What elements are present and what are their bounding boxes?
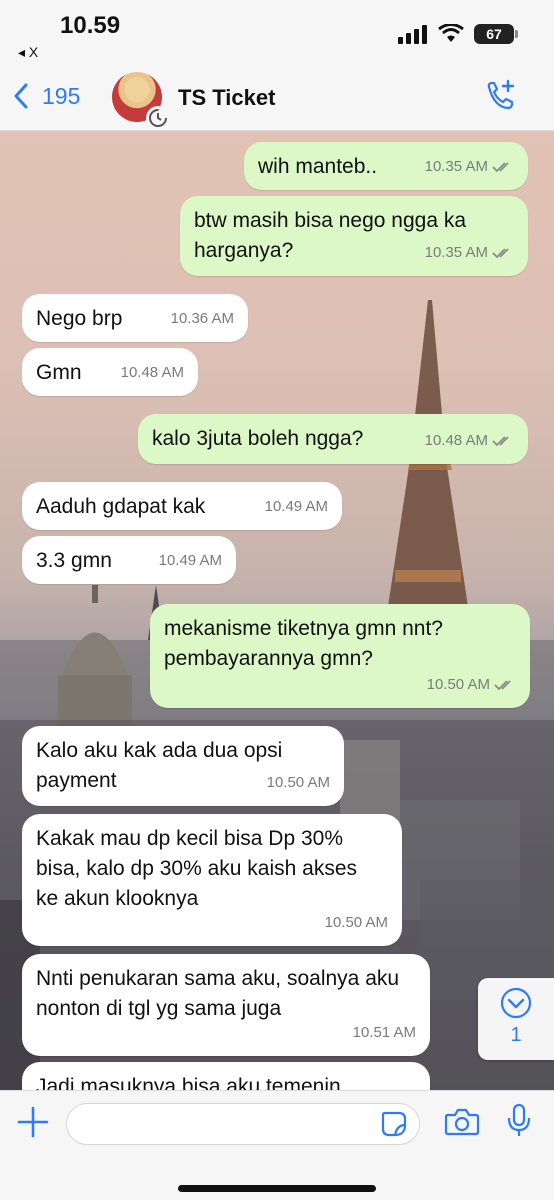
- read-ticks-icon: [494, 680, 511, 691]
- message-text: Kalo aku kak ada dua opsi payment: [36, 739, 283, 792]
- message-bubble-incoming[interactable]: Nego brp 10.36 AM: [22, 294, 248, 342]
- message-time: 10.49 AM: [264, 498, 328, 515]
- message-text: kalo 3juta boleh ngga?: [152, 427, 364, 450]
- message-time: 10.35 AM: [424, 158, 488, 175]
- read-ticks-icon: [492, 162, 509, 173]
- read-ticks-icon: [492, 248, 509, 259]
- scroll-to-bottom-button[interactable]: 1: [478, 978, 554, 1060]
- message-bubble-incoming[interactable]: Aaduh gdapat kak 10.49 AM: [22, 482, 342, 530]
- message-meta: 10.48 AM: [425, 426, 514, 456]
- message-meta: 10.35 AM: [425, 238, 514, 268]
- message-bubble-incoming[interactable]: Kakak mau dp kecil bisa Dp 30% bisa, kal…: [22, 814, 402, 946]
- camera-icon[interactable]: [444, 1107, 480, 1137]
- battery-indicator: 67: [474, 24, 518, 44]
- message-bubble-outgoing[interactable]: btw masih bisa nego ngga ka harganya? 10…: [180, 196, 528, 276]
- message-meta: 10.35 AM: [425, 152, 514, 182]
- message-text: 3.3 gmn: [36, 549, 112, 572]
- phone-plus-icon: [487, 79, 515, 110]
- chevron-down-circle-icon: [500, 987, 532, 1019]
- message-time: 10.49 AM: [158, 552, 222, 569]
- message-meta: 10.49 AM: [159, 546, 222, 576]
- message-bubble-incoming[interactable]: 3.3 gmn 10.49 AM: [22, 536, 236, 584]
- wifi-icon: [438, 24, 464, 42]
- chat-header: 10.59 ◂ X 67 195 TS Ticket: [0, 0, 554, 131]
- unread-chats-count: 195: [42, 82, 81, 109]
- add-call-button[interactable]: [482, 78, 518, 119]
- message-bubble-incoming[interactable]: Nnti penukaran sama aku, soalnya aku non…: [22, 954, 430, 1056]
- status-icons: 67: [398, 24, 518, 44]
- chevron-left-icon: [14, 83, 28, 109]
- message-text: mekanisme tiketnya gmn nnt? pembayaranny…: [164, 617, 443, 670]
- unread-badge: 1: [510, 1024, 522, 1046]
- back-button[interactable]: 195: [12, 82, 80, 110]
- message-meta: 10.49 AM: [265, 492, 328, 522]
- chat-title[interactable]: TS Ticket: [178, 85, 275, 111]
- message-bubble-incoming[interactable]: Gmn 10.48 AM: [22, 348, 198, 396]
- message-bubble-outgoing[interactable]: mekanisme tiketnya gmn nnt? pembayaranny…: [150, 604, 530, 708]
- message-text: Aaduh gdapat kak: [36, 495, 206, 518]
- back-to-app-link[interactable]: ◂ X: [18, 44, 38, 61]
- message-composer: [0, 1090, 554, 1200]
- message-time: 10.35 AM: [424, 244, 488, 261]
- message-text: wih manteb..: [258, 155, 378, 178]
- message-meta: 10.50 AM: [325, 908, 388, 938]
- plus-icon[interactable]: [16, 1105, 50, 1139]
- message-meta: 10.36 AM: [171, 304, 234, 334]
- message-bubble-outgoing[interactable]: kalo 3juta boleh ngga? 10.48 AM: [138, 414, 528, 464]
- message-meta: 10.48 AM: [121, 358, 184, 388]
- message-meta: 10.50 AM: [267, 768, 330, 798]
- message-meta: 10.51 AM: [353, 1018, 416, 1048]
- message-bubble-incoming[interactable]: Kalo aku kak ada dua opsi payment 10.50 …: [22, 726, 344, 806]
- message-text: Gmn: [36, 361, 82, 384]
- message-bubble-outgoing[interactable]: wih manteb.. 10.35 AM: [244, 142, 528, 190]
- message-time: 10.50 AM: [266, 774, 330, 791]
- message-text: Nego brp: [36, 307, 123, 330]
- message-time: 10.36 AM: [170, 310, 234, 327]
- message-meta: 10.50 AM: [427, 670, 516, 700]
- message-input[interactable]: [66, 1103, 420, 1145]
- cellular-signal-icon: [398, 25, 427, 44]
- message-text: Nnti penukaran sama aku, soalnya aku non…: [36, 967, 400, 1020]
- status-time: 10.59: [60, 12, 121, 39]
- message-time: 10.48 AM: [424, 432, 488, 449]
- sticker-icon[interactable]: [379, 1109, 409, 1139]
- message-time: 10.50 AM: [324, 914, 388, 931]
- chat-screen: 10.59 ◂ X 67 195 TS Ticket wih manteb.. …: [0, 0, 554, 1200]
- message-time: 10.50 AM: [426, 676, 490, 693]
- home-indicator[interactable]: [178, 1185, 376, 1192]
- message-time: 10.48 AM: [120, 364, 184, 381]
- disappearing-timer-icon: [146, 106, 170, 130]
- microphone-icon[interactable]: [506, 1103, 532, 1137]
- read-ticks-icon: [492, 436, 509, 447]
- message-time: 10.51 AM: [352, 1024, 416, 1041]
- message-text: Kakak mau dp kecil bisa Dp 30% bisa, kal…: [36, 827, 358, 910]
